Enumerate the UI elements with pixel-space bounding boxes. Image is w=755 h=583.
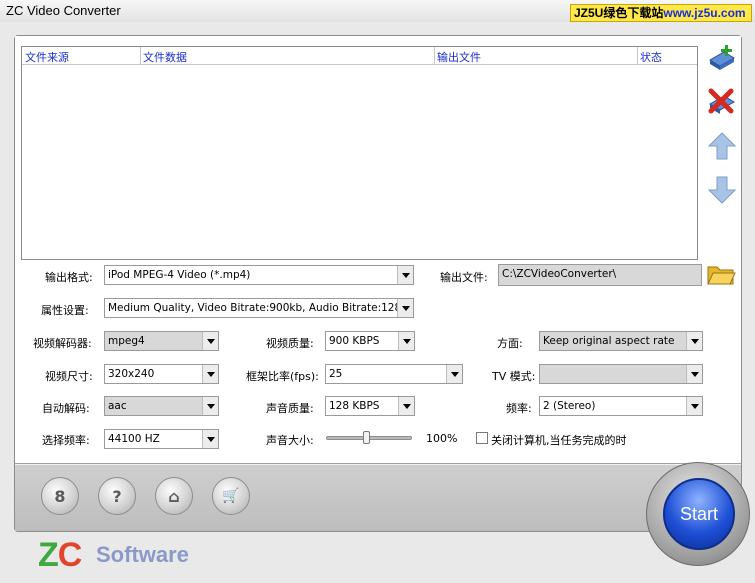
column-output[interactable]: 输出文件 [437, 49, 481, 65]
aspect-select[interactable]: Keep original aspect rate [539, 331, 703, 351]
audio-codec-value: aac [108, 400, 127, 412]
chevron-down-icon[interactable] [398, 397, 414, 415]
start-label: Start [679, 503, 718, 524]
channel-label: 频率: [506, 402, 532, 415]
file-list[interactable]: 文件来源 文件数据 输出文件 状态 [21, 46, 698, 260]
chevron-down-icon[interactable] [446, 365, 462, 383]
video-quality-label: 视频质量: [266, 337, 314, 350]
brand-url: www.jz5u.com [663, 6, 746, 20]
chevron-down-icon[interactable] [686, 365, 702, 383]
add-file-icon [709, 45, 735, 70]
properties-select[interactable]: Medium Quality, Video Bitrate:900kb, Aud… [104, 298, 414, 318]
volume-label: 声音大小: [266, 434, 314, 447]
framerate-select[interactable]: 25 [325, 364, 463, 384]
chevron-down-icon[interactable] [686, 332, 702, 350]
buy-button[interactable]: 🛒 [212, 477, 250, 515]
home-icon: ⌂ [168, 486, 180, 506]
zc-software-logo: ZC Software [38, 536, 208, 574]
aspect-value: Keep original aspect rate [543, 335, 675, 347]
delete-file-button[interactable] [706, 86, 738, 118]
column-status[interactable]: 状态 [640, 49, 662, 65]
video-size-select[interactable]: 320x240 [104, 364, 219, 384]
home-button[interactable]: ⌂ [155, 477, 193, 515]
samplerate-select[interactable]: 44100 HZ [104, 429, 219, 449]
framerate-label: 框架比率(fps): [246, 370, 319, 383]
tv-mode-select[interactable] [539, 364, 703, 384]
output-format-label: 输出格式: [45, 271, 93, 284]
file-list-header: 文件来源 文件数据 输出文件 状态 [22, 47, 697, 65]
chevron-down-icon[interactable] [202, 397, 218, 415]
properties-value: Medium Quality, Video Bitrate:900kb, Aud… [108, 302, 414, 314]
folder-icon [707, 266, 736, 285]
shutdown-label[interactable]: 关闭计算机,当任务完成的时 [491, 432, 627, 448]
move-up-button[interactable] [706, 130, 738, 162]
help-button[interactable]: ? [98, 477, 136, 515]
add-file-button[interactable] [706, 42, 738, 74]
video-codec-value: mpeg4 [108, 335, 145, 347]
samplerate-label: 选择频率: [42, 434, 90, 447]
move-up-icon [707, 132, 737, 160]
info-icon: 8 [54, 486, 66, 506]
move-down-icon [707, 176, 737, 204]
logo-zc: ZC [38, 536, 83, 574]
chevron-down-icon[interactable] [202, 332, 218, 350]
brand-banner: JZ5U绿色下载站www.jz5u.com [570, 4, 752, 22]
chevron-down-icon[interactable] [397, 266, 413, 284]
logo-software-text: Software [96, 542, 189, 567]
delete-icon [708, 88, 735, 114]
video-quality-select[interactable]: 900 KBPS [325, 331, 415, 351]
video-codec-select[interactable]: mpeg4 [104, 331, 219, 351]
output-file-label: 输出文件: [440, 271, 488, 284]
column-divider [637, 47, 638, 64]
logo-z: Z [38, 536, 59, 574]
video-quality-value: 900 KBPS [329, 335, 380, 347]
channel-value: 2 (Stereo) [543, 400, 596, 412]
column-source[interactable]: 文件来源 [25, 49, 69, 65]
logo-c: C [57, 536, 83, 574]
audio-quality-label: 声音质量: [266, 402, 314, 415]
volume-slider-handle[interactable] [362, 431, 370, 444]
volume-value: 100% [426, 432, 458, 445]
brand-prefix: JZ5U绿色下载站 [574, 6, 664, 20]
column-divider [140, 47, 141, 64]
video-size-label: 视频尺寸: [45, 370, 93, 383]
output-file-value: C:\ZCVideoConverter\ [502, 268, 617, 280]
column-data[interactable]: 文件数据 [143, 49, 187, 65]
audio-quality-value: 128 KBPS [329, 400, 380, 412]
audio-codec-label: 自动解码: [42, 402, 90, 415]
audio-quality-select[interactable]: 128 KBPS [325, 396, 415, 416]
chevron-down-icon[interactable] [397, 299, 413, 317]
shutdown-checkbox[interactable] [476, 432, 488, 444]
output-format-value: iPod MPEG-4 Video (*.mp4) [108, 269, 251, 281]
framerate-value: 25 [329, 368, 343, 380]
audio-codec-select[interactable]: aac [104, 396, 219, 416]
move-down-button[interactable] [706, 174, 738, 206]
output-file-field[interactable]: C:\ZCVideoConverter\ [498, 264, 702, 286]
aspect-label: 方面: [497, 337, 523, 350]
chevron-down-icon[interactable] [398, 332, 414, 350]
properties-label: 属性设置: [41, 304, 89, 317]
window-title: ZC Video Converter [6, 3, 121, 18]
browse-folder-button[interactable] [706, 260, 736, 288]
info-button[interactable]: 8 [41, 477, 79, 515]
chevron-down-icon[interactable] [686, 397, 702, 415]
tv-mode-label: TV 模式: [492, 370, 536, 383]
cart-icon: 🛒 [222, 488, 240, 504]
chevron-down-icon[interactable] [202, 365, 218, 383]
chevron-down-icon[interactable] [202, 430, 218, 448]
video-size-value: 320x240 [108, 368, 155, 380]
output-format-select[interactable]: iPod MPEG-4 Video (*.mp4) [104, 265, 414, 285]
samplerate-value: 44100 HZ [108, 433, 160, 445]
channel-select[interactable]: 2 (Stereo) [539, 396, 703, 416]
video-codec-label: 视频解码器: [33, 337, 92, 350]
help-icon: ? [112, 486, 122, 506]
title-bar: ZC Video Converter JZ5U绿色下载站www.jz5u.com [0, 0, 755, 22]
column-divider [434, 47, 435, 64]
start-button[interactable]: Start [663, 478, 735, 550]
